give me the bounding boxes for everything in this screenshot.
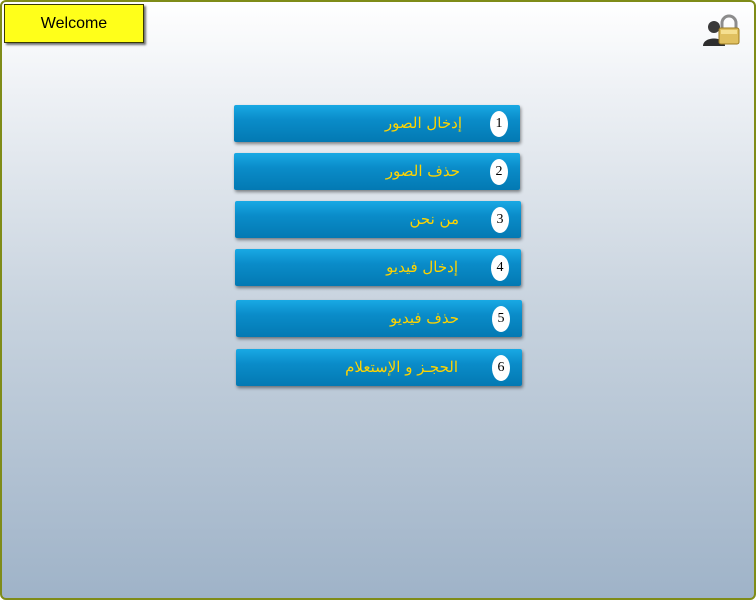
menu-item-about-us[interactable]: من نحن 3 [235,201,521,238]
app-window: Welcome إدخال الصور 1 حذف الصور 2 من نحن… [0,0,756,600]
menu-item-number: 5 [492,306,510,332]
menu-item-label: حذف الصور [385,162,460,180]
menu-item-delete-photos[interactable]: حذف الصور 2 [234,153,520,190]
menu-item-label: إدخال فيديو [386,258,458,276]
menu-item-booking-inquiry[interactable]: الحجـز و الإستعلام 6 [236,349,522,386]
menu-item-number: 6 [492,355,510,381]
menu-item-number: 4 [491,255,509,281]
welcome-button[interactable]: Welcome [4,4,144,43]
menu-item-label: من نحن [409,210,460,228]
menu-item-number: 1 [490,111,508,137]
menu-item-delete-video[interactable]: حذف فيديو 5 [236,300,522,337]
menu-item-insert-video[interactable]: إدخال فيديو 4 [235,249,521,286]
user-lock-icon[interactable] [702,12,740,48]
menu-item-insert-photos[interactable]: إدخال الصور 1 [234,105,520,142]
menu-item-label: إدخال الصور [384,114,462,132]
menu-item-label: حذف فيديو [390,309,459,327]
menu-item-number: 3 [491,207,509,233]
welcome-label: Welcome [40,14,108,32]
menu-item-label: الحجـز و الإستعلام [345,358,458,376]
menu-item-number: 2 [490,159,508,185]
